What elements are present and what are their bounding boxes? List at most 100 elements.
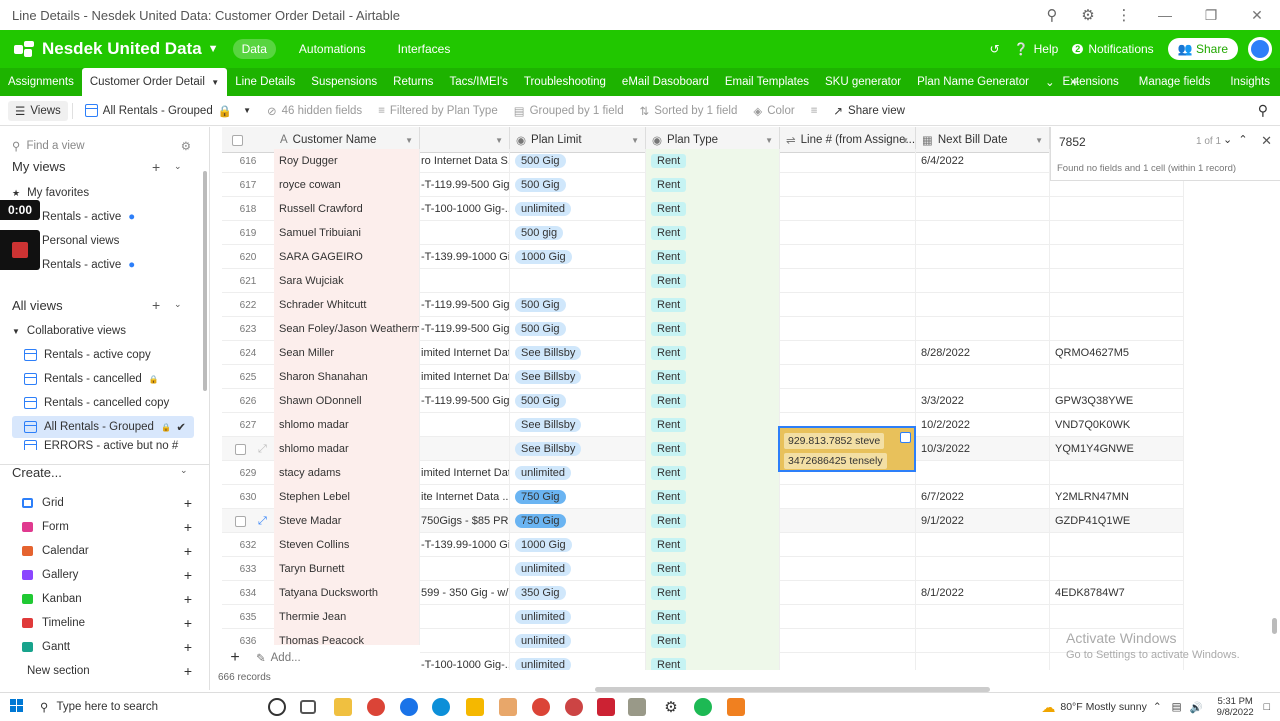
app-icon[interactable] [499, 698, 517, 716]
cell-plan[interactable]: -T-100-1000 Gig-... [420, 197, 510, 221]
cell-next-bill-date[interactable] [916, 269, 1050, 293]
table-row[interactable]: ⤢ shlomo madar See Billsby Rent 10/3/2022 YQM… [222, 437, 1184, 461]
close-window-button[interactable]: ✕ [1234, 7, 1280, 24]
create-gantt[interactable]: Gantt + [22, 637, 192, 657]
cell-plan[interactable] [420, 269, 510, 293]
network-icon[interactable]: ▤ [1172, 701, 1182, 713]
cell-plan-limit[interactable]: 750 Gig [510, 509, 646, 533]
cell-line-number[interactable] [780, 173, 916, 197]
cell-next-bill-date[interactable] [916, 461, 1050, 485]
cell-next-bill-date[interactable]: 10/3/2022 [916, 437, 1050, 461]
cell-plan-limit[interactable]: 350 Gig [510, 581, 646, 605]
base-name[interactable]: Nesdek United Data [42, 39, 202, 59]
tab-assignments[interactable]: Assignments [0, 68, 82, 96]
cell-line-number[interactable] [780, 149, 916, 173]
cell-next-bill-date[interactable]: 6/4/2022 [916, 149, 1050, 173]
cell-plan[interactable]: imited Internet Dat... [420, 461, 510, 485]
notifications-icon[interactable]: □ [1264, 701, 1270, 713]
table-row[interactable]: 620 SARA GAGEIRO -T-139.99-1000 Gi... 1000 … [222, 245, 1184, 269]
chevron-down-icon[interactable]: ▼ [631, 136, 639, 145]
chevron-down-icon[interactable]: ▼ [765, 136, 773, 145]
cell-plan[interactable]: -T-139.99-1000 Gi... [420, 533, 510, 557]
color-button[interactable]: ◈ Color [745, 104, 802, 118]
add-record-options-icon[interactable]: ✎ [256, 651, 266, 665]
cell-plan-type[interactable]: Rent [646, 389, 780, 413]
sort-button[interactable]: ⇅ Sorted by 1 field [632, 104, 746, 118]
cell-plan-limit[interactable]: unlimited [510, 605, 646, 629]
tab-line-details[interactable]: Line Details [227, 68, 303, 96]
cell-plan-limit[interactable]: unlimited [510, 629, 646, 653]
cell-code[interactable] [1050, 197, 1184, 221]
cell-customer-name[interactable]: Schrader Whitcutt [274, 293, 420, 317]
cell-plan-limit[interactable]: 500 Gig [510, 149, 646, 173]
airtable-logo-icon[interactable] [14, 41, 34, 57]
cell-line-number[interactable] [780, 629, 916, 653]
cell-plan[interactable] [420, 413, 510, 437]
linked-record-chip[interactable]: 3472686425 tensely [784, 453, 887, 469]
search-input[interactable]: 7852 [1059, 135, 1086, 149]
cell-plan-type[interactable]: Rent [646, 197, 780, 221]
row-select-cell[interactable]: ⤢ [222, 437, 274, 461]
expand-icon[interactable] [900, 432, 911, 443]
tab-sku-generator[interactable]: SKU generator [817, 68, 909, 96]
cell-next-bill-date[interactable] [916, 605, 1050, 629]
cell-plan[interactable]: -T-139.99-1000 Gi... [420, 245, 510, 269]
cell-code[interactable]: Y2MLRN47MN [1050, 485, 1184, 509]
app-icon[interactable] [727, 698, 745, 716]
cell-plan-limit[interactable]: 500 gig [510, 221, 646, 245]
cell-plan-limit[interactable]: 500 Gig [510, 317, 646, 341]
cell-plan-limit[interactable] [510, 269, 646, 293]
tab-email-templates[interactable]: Email Templates [717, 68, 817, 96]
taskbar-search[interactable]: ⚲ Type here to search [34, 693, 256, 721]
cell-plan-type[interactable]: Rent [646, 245, 780, 269]
cell-plan[interactable]: -T-119.99-500 Gig... [420, 293, 510, 317]
expanded-cell-editor[interactable]: 929.813.7852 steve 3472686425 tensely [778, 426, 916, 472]
cell-plan-limit[interactable]: 500 Gig [510, 173, 646, 197]
nav-interfaces[interactable]: Interfaces [389, 39, 460, 59]
cell-code[interactable]: QRMO4627M5 [1050, 341, 1184, 365]
weather-icon[interactable]: ☁ [1041, 699, 1055, 716]
cell-customer-name[interactable]: royce cowan [274, 173, 420, 197]
chevron-down-icon[interactable]: ▼ [901, 136, 909, 145]
chevron-down-icon[interactable]: ▼ [211, 78, 219, 87]
table-row[interactable]: 629 stacy adamsimited Internet Dat... unli… [222, 461, 1184, 485]
cell-line-number[interactable] [780, 605, 916, 629]
cell-plan[interactable]: imited Internet Dat... [420, 341, 510, 365]
cell-line-number[interactable] [780, 533, 916, 557]
cell-next-bill-date[interactable] [916, 365, 1050, 389]
help-button[interactable]: ❔ Help [1014, 42, 1059, 56]
table-row[interactable]: 618 Russell Crawford -T-100-1000 Gig-... un… [222, 197, 1184, 221]
cell-customer-name[interactable]: Steven Collins [274, 533, 420, 557]
chrome-icon[interactable] [367, 698, 385, 716]
cell-code[interactable] [1050, 605, 1184, 629]
table-row[interactable]: 624 Sean Millerimited Internet Dat... See … [222, 341, 1184, 365]
group-button[interactable]: ▤ Grouped by 1 field [506, 104, 632, 118]
vertical-scrollbar[interactable] [1272, 618, 1277, 634]
tab-email-dasoboard[interactable]: eMail Dasoboard [614, 68, 717, 96]
tab-tacs-imeis[interactable]: Tacs/IMEI's [441, 68, 515, 96]
table-row[interactable]: 632 Steven Collins -T-139.99-1000 Gi... 100… [222, 533, 1184, 557]
add-record-button[interactable]: + [222, 649, 248, 667]
cell-customer-name[interactable]: Sharon Shanahan [274, 365, 420, 389]
cell-plan[interactable] [420, 605, 510, 629]
tab-suspensions[interactable]: Suspensions [303, 68, 385, 96]
cell-next-bill-date[interactable] [916, 653, 1050, 670]
cell-plan-limit[interactable]: See Billsby [510, 413, 646, 437]
chevron-down-icon[interactable]: ▼ [405, 136, 413, 145]
chevron-down-icon[interactable]: ⌄ [174, 161, 182, 172]
gear-icon[interactable]: ⚙ [662, 698, 680, 716]
cell-customer-name[interactable]: Roy Dugger [274, 149, 420, 173]
spotify-icon[interactable] [694, 698, 712, 716]
cell-code[interactable] [1050, 365, 1184, 389]
cell-line-number[interactable] [780, 269, 916, 293]
cell-plan-type[interactable]: Rent [646, 173, 780, 197]
avatar[interactable] [1248, 37, 1272, 61]
cell-customer-name[interactable]: stacy adams [274, 461, 420, 485]
row-height-icon[interactable]: ≡ [803, 105, 826, 117]
cell-plan-type[interactable]: Rent [646, 557, 780, 581]
cell-next-bill-date[interactable] [916, 317, 1050, 341]
cell-next-bill-date[interactable]: 8/1/2022 [916, 581, 1050, 605]
collaborative-views-group[interactable]: ▼ Collaborative views [12, 320, 194, 342]
table-row[interactable]: 616 Roy Dugger ro Internet Data S... 500 Gi… [222, 149, 1184, 173]
notifications-button[interactable]: 2 Notifications [1072, 42, 1154, 56]
